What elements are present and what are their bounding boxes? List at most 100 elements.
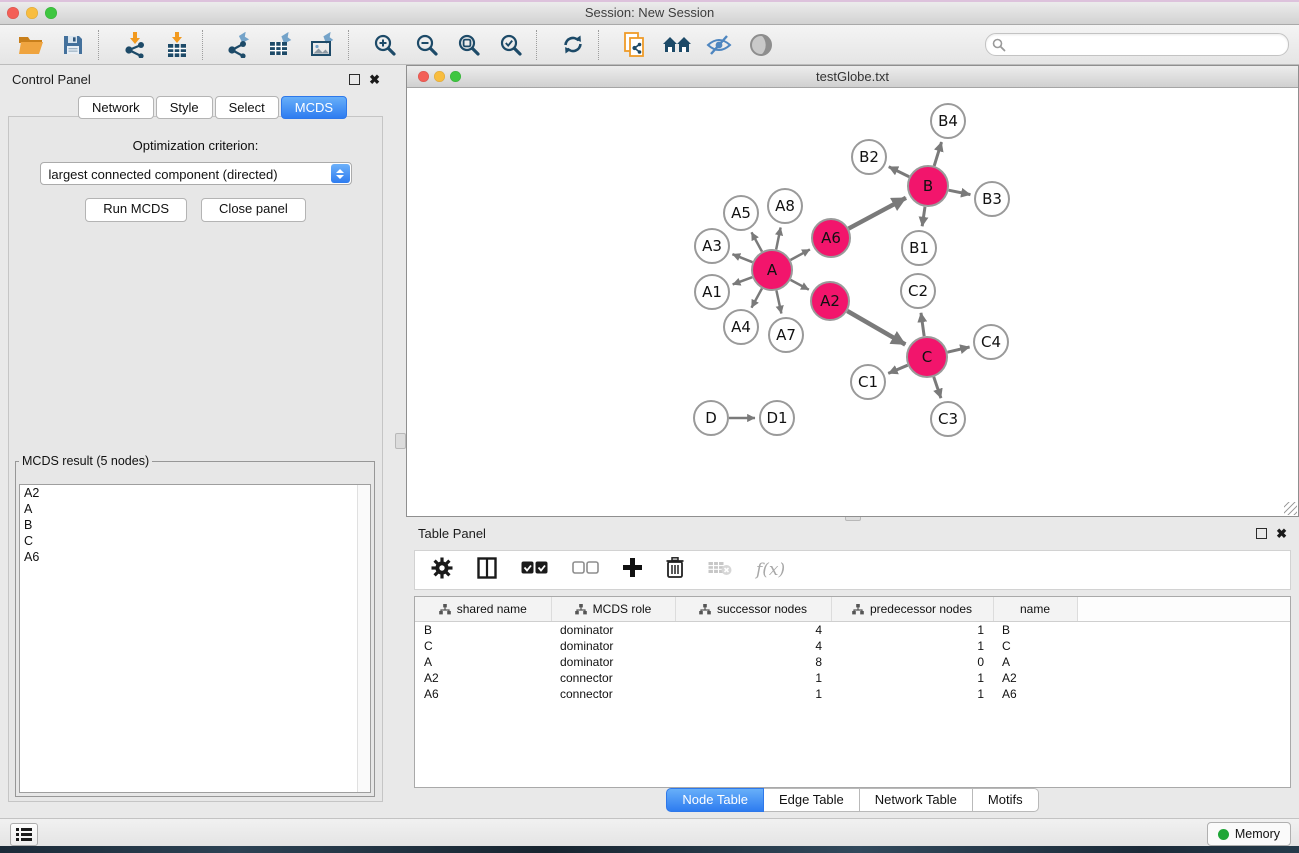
mcds-result-item[interactable]: C [20,533,370,549]
zoom-out-button[interactable] [406,28,448,62]
node-table[interactable]: shared name MCDS role successor nodes pr… [414,596,1291,788]
graph-edge-B-B3[interactable] [949,190,971,194]
close-panel-icon[interactable]: ✖ [1276,529,1287,538]
tab-edge-table[interactable]: Edge Table [764,788,860,812]
column-label: shared name [457,602,527,616]
checked-boxes-icon [521,561,548,574]
mcds-result-item[interactable]: A [20,501,370,517]
graph-edge-A-A3[interactable] [732,254,752,262]
import-network-button[interactable] [114,28,156,62]
hierarchy-column-icon [852,604,864,615]
cell-filler [1077,670,1290,686]
cell-predecessor-nodes: 1 [831,638,993,654]
table-settings-button[interactable] [431,557,453,584]
export-network-icon [225,32,253,58]
graph-edge-A-A4[interactable] [752,288,762,307]
graph-node-label-C3: C3 [938,410,958,428]
graph-edge-A-A6[interactable] [790,249,809,260]
float-panel-icon[interactable] [1256,528,1267,539]
graph-node-label-D1: D1 [766,409,787,427]
cell-mcds-role: dominator [551,622,675,639]
delete-column-button[interactable] [666,557,684,583]
graph-edge-A-A1[interactable] [733,277,753,284]
export-image-button[interactable] [302,28,344,62]
graph-edge-C-C3[interactable] [934,377,941,398]
vertical-splitter-handle[interactable] [395,433,406,449]
close-panel-icon[interactable]: ✖ [369,75,380,84]
clone-network-button[interactable] [614,28,656,62]
close-panel-button[interactable]: Close panel [201,198,306,222]
add-column-button[interactable] [623,558,642,582]
trash-icon [666,557,684,578]
memory-button[interactable]: Memory [1207,822,1291,846]
export-table-button[interactable] [260,28,302,62]
graph-edge-A2-C[interactable] [847,311,905,345]
graph-edge-A-A5[interactable] [752,232,762,251]
run-mcds-button[interactable]: Run MCDS [85,198,187,222]
column-header-mcds-role[interactable]: MCDS role [551,597,675,622]
column-header-successor-nodes[interactable]: successor nodes [675,597,831,622]
table-row[interactable]: Adominator80A [415,654,1290,670]
search-input[interactable] [985,33,1289,56]
save-session-button[interactable] [52,28,94,62]
mcds-result-item[interactable]: A2 [20,485,370,501]
import-table-button[interactable] [156,28,198,62]
mcds-result-item[interactable]: A6 [20,549,370,565]
task-history-button[interactable] [10,823,38,846]
column-header-predecessor-nodes[interactable]: predecessor nodes [831,597,993,622]
network-graph: B4B2BB3A8A5A6A3B1AA1C2A2A4A7C4CC1C3DD1 [407,88,1298,516]
tab-network[interactable]: Network [78,96,154,119]
select-stepper-icon [331,164,350,183]
show-hidden-button[interactable] [740,28,782,62]
deselect-all-button[interactable] [572,561,599,579]
graph-edge-A-A2[interactable] [791,280,809,290]
zoom-out-icon [415,33,439,57]
table-row[interactable]: A2connector11A2 [415,670,1290,686]
mcds-result-list[interactable]: A2ABCA6 [19,484,371,793]
tab-network-table[interactable]: Network Table [860,788,973,812]
hide-selected-button[interactable] [698,28,740,62]
search-icon [992,38,1006,52]
column-header-name[interactable]: name [993,597,1077,622]
select-all-button[interactable] [521,561,548,579]
float-panel-icon[interactable] [349,74,360,85]
graph-edge-B-B1[interactable] [922,207,925,226]
table-row[interactable]: Cdominator41C [415,638,1290,654]
tab-style[interactable]: Style [156,96,213,119]
network-frame-title: testGlobe.txt [407,69,1298,84]
tab-node-table[interactable]: Node Table [666,788,764,812]
graph-edge-C-C2[interactable] [921,313,924,336]
graph-edge-A6-B[interactable] [849,198,906,229]
delete-table-button[interactable] [708,560,732,581]
frame-resize-grip[interactable] [1284,502,1297,515]
table-row[interactable]: Bdominator41B [415,622,1290,639]
zoom-in-button[interactable] [364,28,406,62]
open-file-button[interactable] [10,28,52,62]
graph-edge-A-A7[interactable] [776,291,781,314]
column-header-shared-name[interactable]: shared name [415,597,551,622]
export-network-button[interactable] [218,28,260,62]
graph-edge-B-B4[interactable] [934,142,941,166]
graph-edge-A-A8[interactable] [776,228,780,250]
graph-edge-C-C1[interactable] [888,365,907,373]
mcds-result-item[interactable]: B [20,517,370,533]
zoom-selected-button[interactable] [490,28,532,62]
tab-select[interactable]: Select [215,96,279,119]
tab-mcds[interactable]: MCDS [281,96,347,119]
cell-mcds-role: connector [551,670,675,686]
show-network-gallery-button[interactable] [656,28,698,62]
result-list-scrollbar[interactable] [357,485,370,792]
graph-edge-B-B2[interactable] [889,167,909,177]
function-builder-button[interactable]: f(x) [756,560,785,580]
show-column-button[interactable] [477,557,497,584]
table-row[interactable]: A6connector11A6 [415,686,1290,702]
network-canvas[interactable]: B4B2BB3A8A5A6A3B1AA1C2A2A4A7C4CC1C3DD1 [407,88,1298,516]
zoom-fit-button[interactable] [448,28,490,62]
refresh-view-button[interactable] [552,28,594,62]
cell-shared-name: A6 [415,686,551,702]
criterion-select[interactable]: largest connected component (directed) [40,162,352,185]
cell-filler [1077,686,1290,702]
graph-edge-C-C4[interactable] [947,347,969,352]
tab-motifs[interactable]: Motifs [973,788,1039,812]
graph-node-label-A6: A6 [821,229,841,247]
